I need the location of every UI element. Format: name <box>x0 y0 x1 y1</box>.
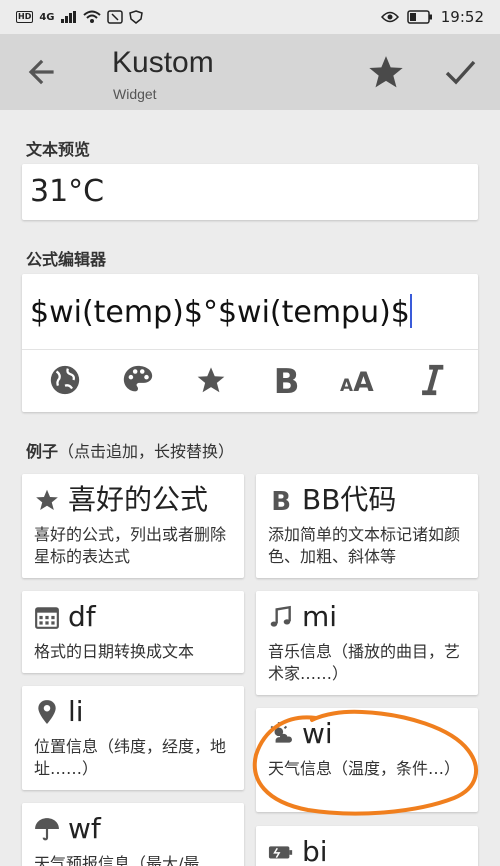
clock: 19:52 <box>440 8 484 26</box>
example-desc: 天气预报信息（最大/最 <box>34 854 200 866</box>
eye-icon <box>380 11 399 23</box>
formula-input[interactable]: $wi(temp)$°$wi(tempu)$ <box>30 294 412 330</box>
example-title: mi <box>302 600 338 633</box>
svg-text:B: B <box>271 487 291 513</box>
favorite-formula-button[interactable] <box>193 362 229 398</box>
example-wi[interactable]: wi 天气信息（温度，条件…） <box>256 708 478 812</box>
nfc-icon <box>106 10 123 24</box>
shield-icon <box>128 10 143 24</box>
example-li[interactable]: li 位置信息（纬度，经度，地址……） <box>22 686 244 790</box>
example-bi[interactable]: bi <box>256 826 478 866</box>
example-title: bi <box>302 835 328 866</box>
star-icon <box>34 487 60 513</box>
globe-icon <box>50 365 80 395</box>
weather-icon <box>268 721 294 747</box>
font-size-button[interactable]: AA <box>340 362 376 398</box>
palette-icon <box>123 365 153 392</box>
example-title: wf <box>68 812 101 845</box>
preview-value: 31°C <box>30 174 105 209</box>
examples-label: 例子 <box>26 442 59 461</box>
example-desc: 天气信息（温度，条件…） <box>268 759 461 778</box>
example-desc: 位置信息（纬度，经度，地址……） <box>34 737 227 778</box>
battery-icon <box>268 839 294 865</box>
signal-icon: 4G <box>39 11 55 23</box>
editor-divider <box>22 349 478 350</box>
favorite-button[interactable] <box>366 52 406 92</box>
example-df[interactable]: df 格式的日期转换成文本 <box>22 591 244 673</box>
palette-button[interactable] <box>120 362 156 398</box>
example-title: df <box>68 600 96 633</box>
status-bar: HD 4G 19:52 <box>0 0 500 34</box>
example-desc: 添加简单的文本标记诸如颜色、加粗、斜体等 <box>268 525 461 566</box>
svg-text:B: B <box>274 363 300 397</box>
cellular-bars-icon <box>60 11 76 23</box>
example-bbcode[interactable]: B BB代码 添加简单的文本标记诸如颜色、加粗、斜体等 <box>256 474 478 578</box>
hd-badge: HD <box>16 11 34 23</box>
arrow-back-icon <box>28 59 54 85</box>
preview-label: 文本预览 <box>26 140 91 159</box>
star-icon <box>369 56 403 88</box>
bold-b-icon: B <box>268 487 294 513</box>
example-title: li <box>68 695 84 728</box>
app-bar: Kustom Widget <box>0 34 500 110</box>
example-wf[interactable]: wf 天气预报信息（最大/最 <box>22 803 244 866</box>
example-title: wi <box>302 717 333 750</box>
examples-hint: （点击追加，长按替换） <box>58 442 235 461</box>
example-desc: 格式的日期转换成文本 <box>34 642 195 661</box>
example-desc: 音乐信息（播放的曲目，艺术家……） <box>268 642 461 683</box>
music-note-icon <box>268 604 294 630</box>
editor-label: 公式编辑器 <box>26 250 107 269</box>
app-subtitle: Widget <box>113 86 157 102</box>
confirm-button[interactable] <box>440 52 480 92</box>
italic-icon <box>422 364 444 396</box>
text-cursor <box>409 294 412 328</box>
wifi-icon <box>82 10 101 23</box>
bold-button[interactable]: B <box>267 362 303 398</box>
example-desc: 喜好的公式，列出或者删除星标的表达式 <box>34 525 227 566</box>
back-button[interactable] <box>22 54 62 90</box>
example-title: 喜好的公式 <box>68 483 209 516</box>
font-size-icon: AA <box>340 367 374 395</box>
calendar-icon <box>34 604 60 630</box>
battery-status-icon <box>407 10 432 24</box>
example-title: BB代码 <box>302 483 397 516</box>
check-icon <box>445 60 476 85</box>
umbrella-icon <box>34 816 60 842</box>
preview-box: 31°C <box>22 164 478 220</box>
example-mi[interactable]: mi 音乐信息（播放的曲目，艺术家……） <box>256 591 478 695</box>
svg-text:A: A <box>353 367 374 395</box>
app-title: Kustom <box>112 46 214 79</box>
examples-header: 例子（点击追加，长按替换） <box>26 438 234 462</box>
location-pin-icon <box>34 699 60 725</box>
italic-button[interactable] <box>414 362 450 398</box>
svg-text:A: A <box>340 375 353 395</box>
globe-button[interactable] <box>47 362 83 398</box>
formula-editor[interactable]: $wi(temp)$°$wi(tempu)$ B AA <box>22 274 478 412</box>
bold-icon: B <box>274 363 300 397</box>
star-icon <box>197 367 225 393</box>
example-favorites[interactable]: 喜好的公式 喜好的公式，列出或者删除星标的表达式 <box>22 474 244 578</box>
